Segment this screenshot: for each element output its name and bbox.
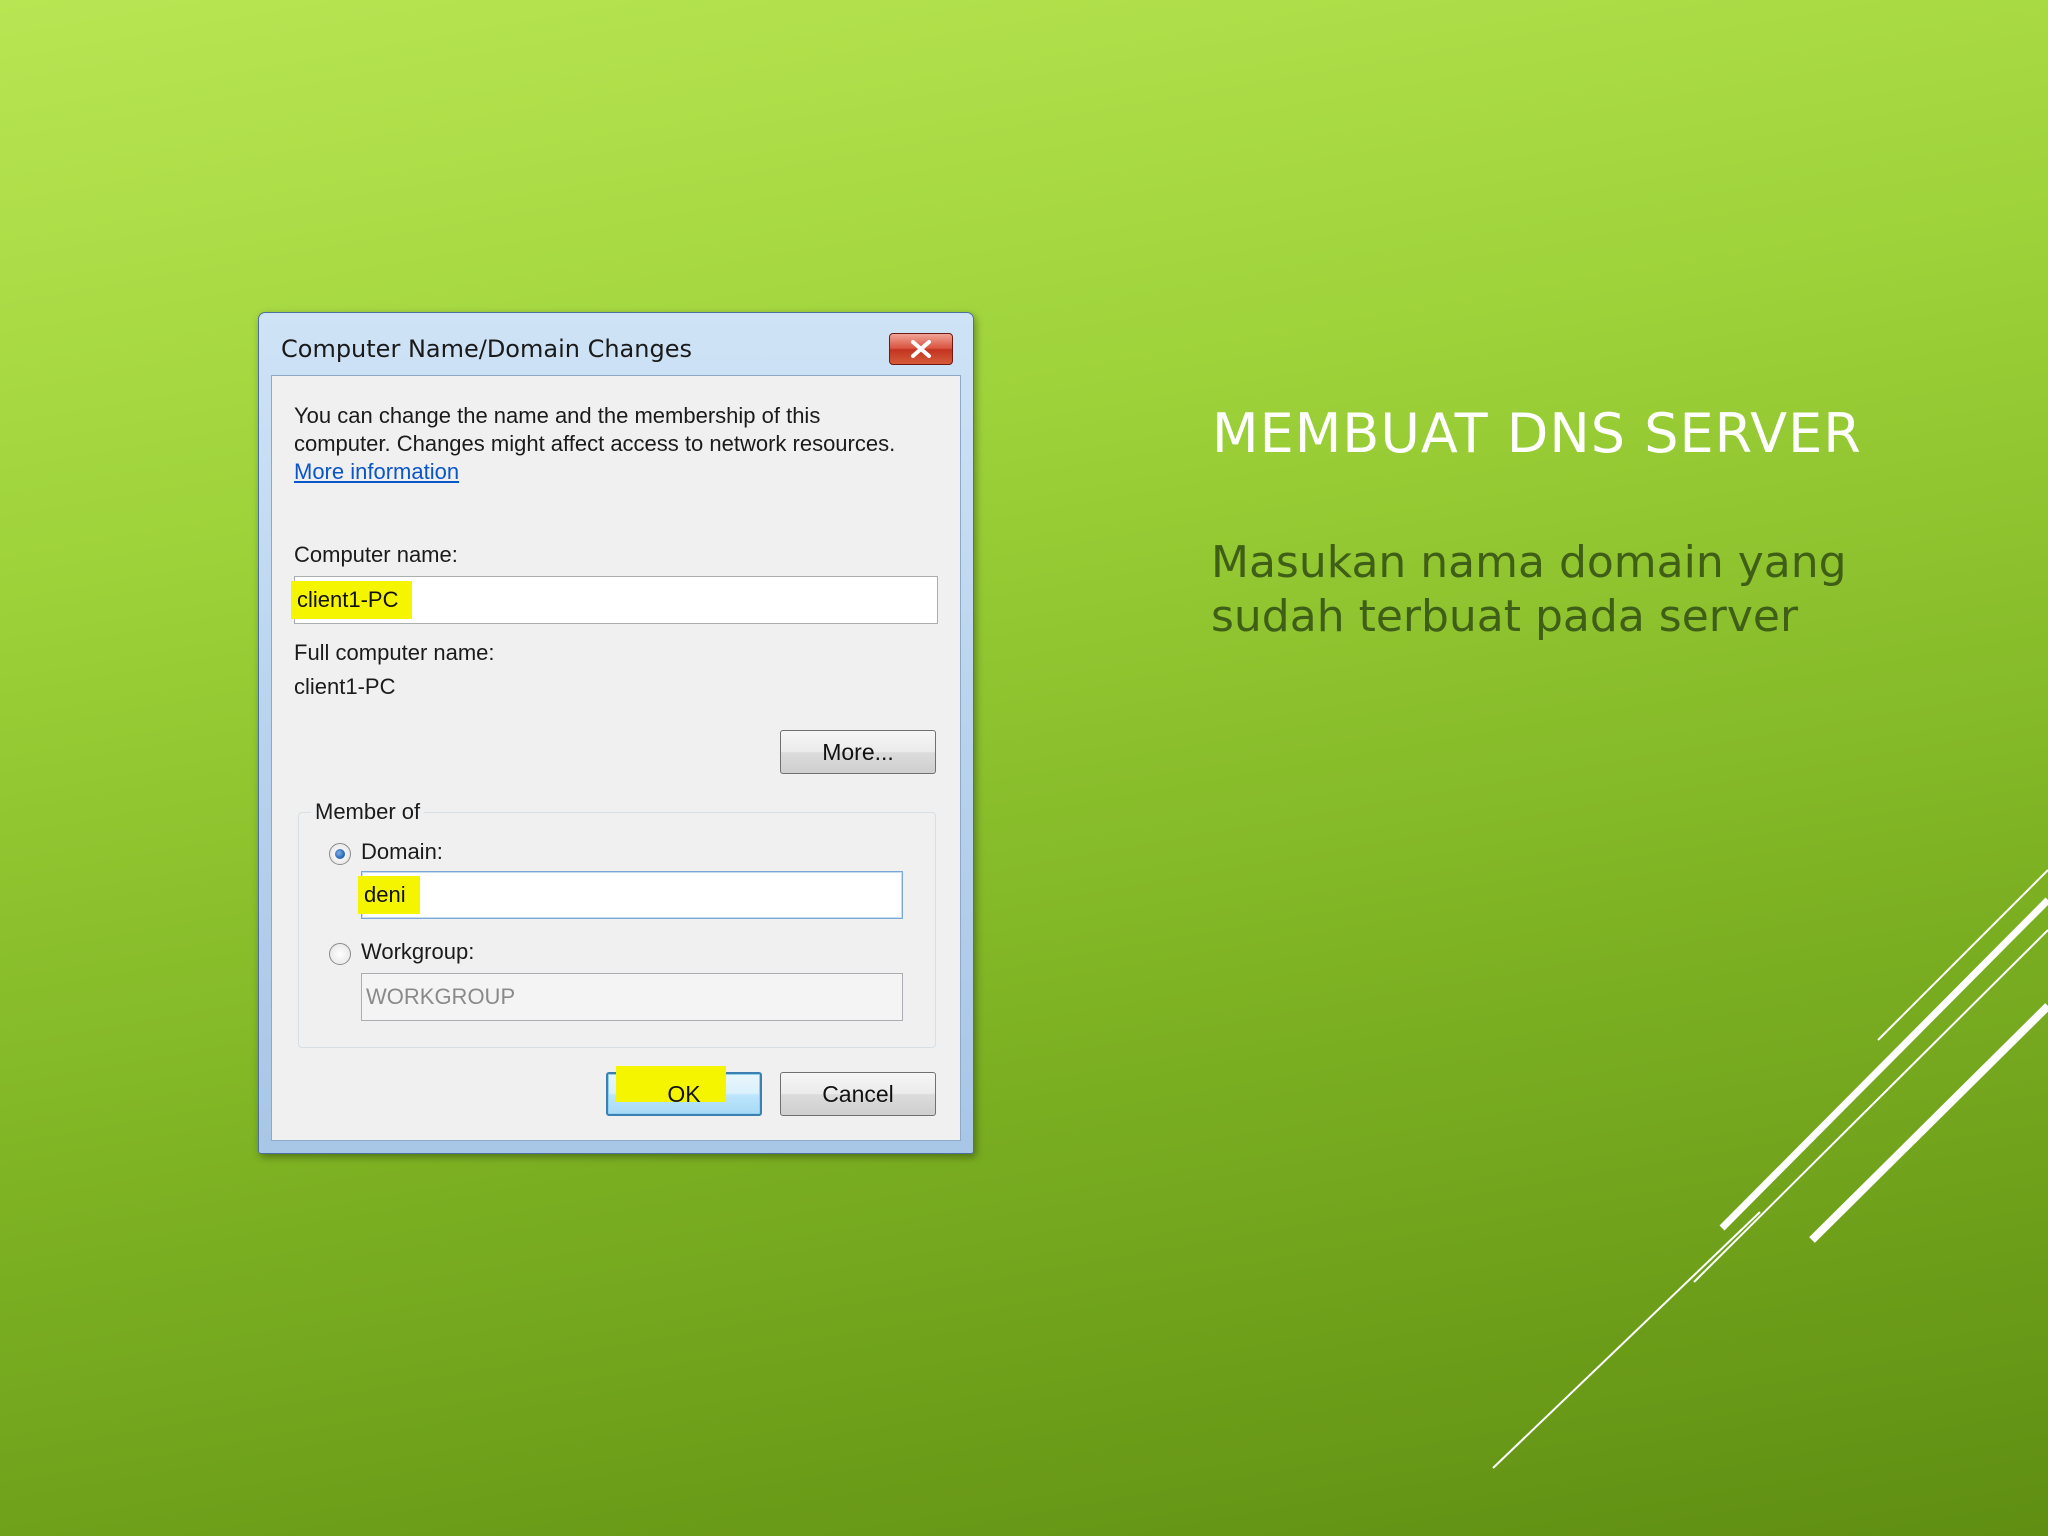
member-of-label: Member of	[311, 799, 425, 825]
slide-title: MEMBUAT DNS SERVER	[1212, 402, 1862, 465]
domain-input[interactable]: deni	[358, 871, 903, 919]
ok-button[interactable]: OK	[606, 1066, 762, 1116]
domain-label: Domain:	[361, 839, 443, 864]
dialog-client-area: You can change the name and the membersh…	[271, 375, 961, 1141]
workgroup-label: Workgroup:	[361, 939, 475, 964]
computer-name-input[interactable]: client1-PC	[291, 576, 938, 624]
close-button[interactable]	[889, 333, 953, 365]
full-computer-name-value: client1-PC	[294, 674, 396, 699]
close-icon	[911, 340, 931, 358]
dialog-title: Computer Name/Domain Changes	[281, 335, 692, 363]
intro-line-1: You can change the name and the membersh…	[294, 403, 821, 428]
full-computer-name-label: Full computer name:	[294, 640, 495, 665]
slide-body-line-2: sudah terbuat pada server	[1211, 591, 1799, 642]
domain-value: deni	[358, 876, 420, 914]
computer-name-value: client1-PC	[291, 581, 413, 619]
computer-name-dialog: Computer Name/Domain Changes You can cha…	[258, 312, 974, 1154]
intro-text: You can change the name and the membersh…	[294, 402, 954, 486]
workgroup-radio[interactable]	[329, 943, 351, 965]
slide-body-line-1: Masukan nama domain yang	[1211, 537, 1847, 588]
slide-body: Masukan nama domain yang sudah terbuat p…	[1211, 536, 2011, 644]
member-of-group: Member of Domain: deni Workgroup: WORKGR…	[298, 799, 936, 1048]
cancel-button[interactable]: Cancel	[780, 1072, 936, 1116]
ok-label: OK	[667, 1080, 701, 1107]
computer-name-label: Computer name:	[294, 542, 458, 567]
more-button[interactable]: More...	[780, 730, 936, 774]
intro-line-2: computer. Changes might affect access to…	[294, 431, 896, 456]
workgroup-input[interactable]: WORKGROUP	[361, 973, 903, 1021]
domain-radio[interactable]	[329, 843, 351, 865]
more-information-link[interactable]: More information	[294, 458, 459, 486]
